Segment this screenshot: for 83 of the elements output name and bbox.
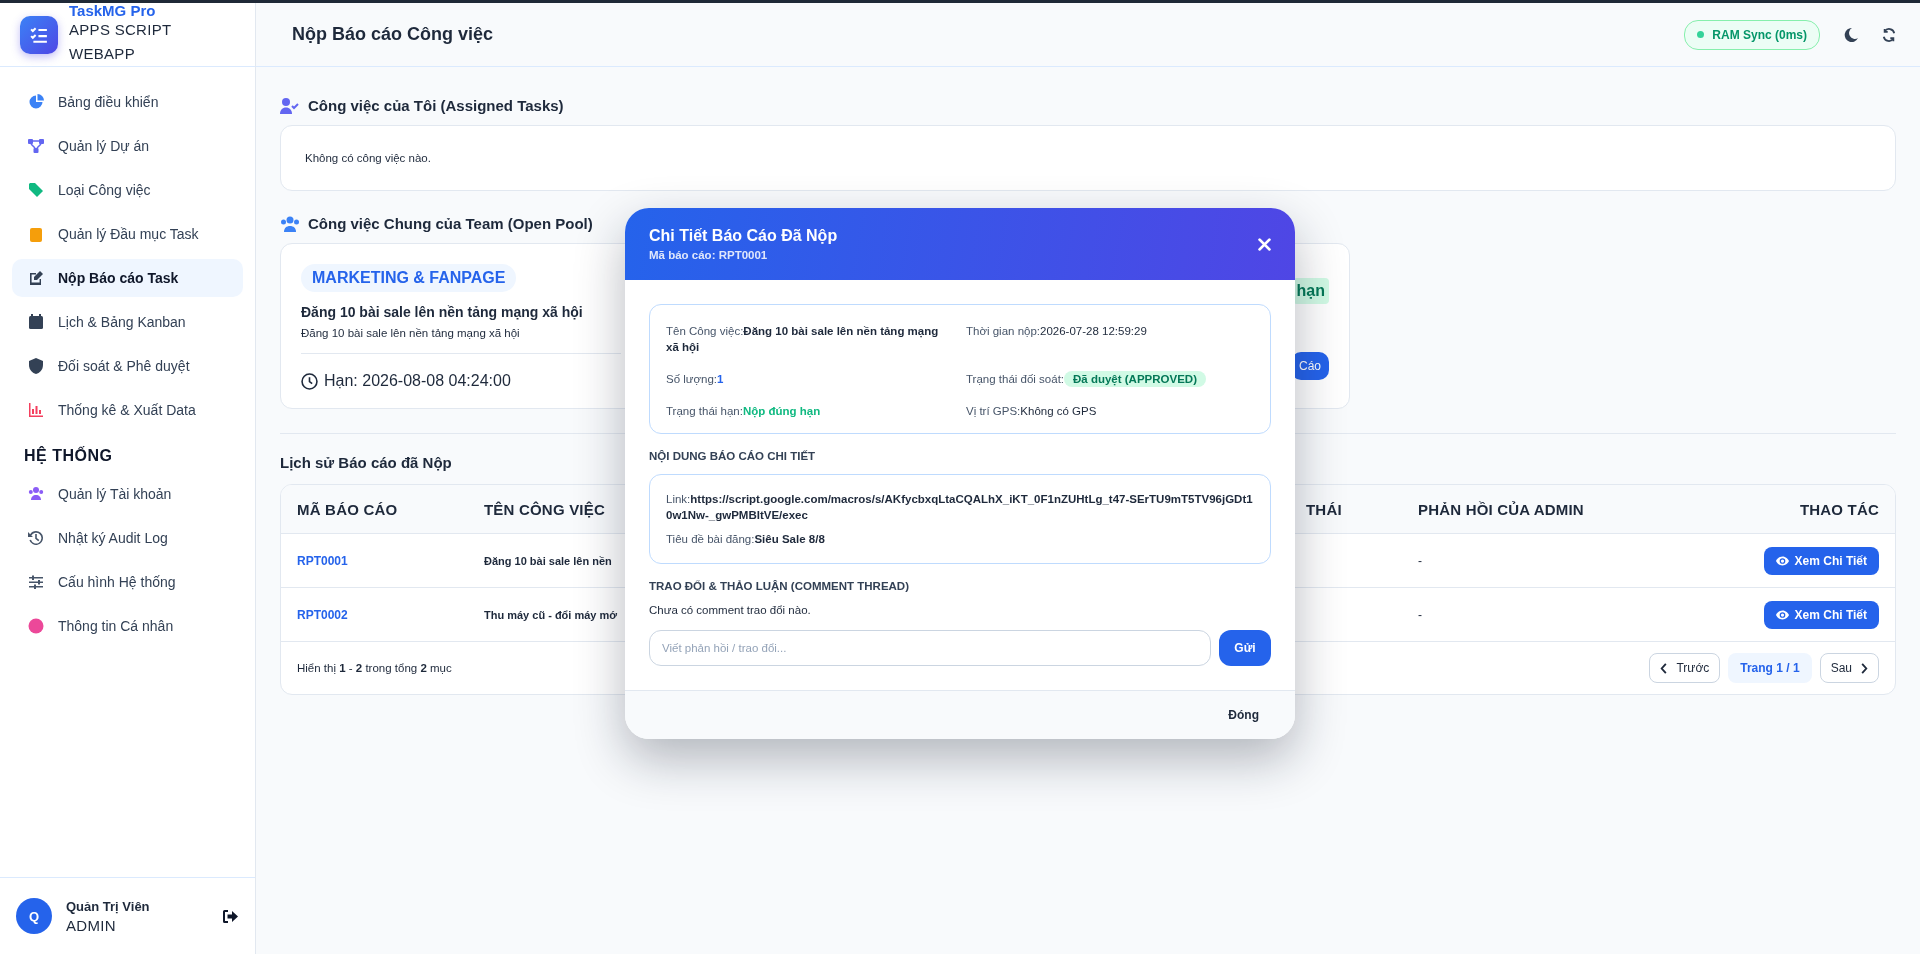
section-title: Công việc Chung của Team (Open Pool) xyxy=(308,215,593,232)
dialog-title: Chi Tiết Báo Cáo Đã Nộp xyxy=(649,227,838,245)
detail-field: Trạng thái hạn:Nộp đúng hạn xyxy=(666,403,954,419)
user-check-icon xyxy=(280,97,300,114)
comment-input-field[interactable]: Viết phản hồi / trao đổi... xyxy=(649,630,1211,666)
category-tag: MARKETING & FANPAGE xyxy=(301,264,517,292)
bar-chart-icon xyxy=(28,402,44,418)
page-title: Nộp Báo cáo Công việc xyxy=(292,24,494,45)
dark-mode-icon[interactable] xyxy=(1844,27,1858,42)
section-heading: TRAO ĐỔI & THẢO LUẬN (COMMENT THREAD) xyxy=(649,580,910,592)
column-header: THAO TÁC xyxy=(1799,500,1879,518)
sidebar-item[interactable]: Nộp Báo cáo Task xyxy=(12,259,243,297)
app-subtitle: APPS SCRIPT WEBAPP xyxy=(69,20,173,64)
pie-chart-icon xyxy=(28,94,44,110)
sidebar-item[interactable]: Quản lý Dự án xyxy=(12,127,243,165)
detail-field: Link:https://script.google.com/macros/s/AKfycbxqLtaCQALhX_iKT_0F1nZUHtLg_t47-SErTU9mT5TV96jGDt10w1Nw-_gwPMBItVE/exec xyxy=(666,491,1254,523)
report-id-link[interactable]: RPT0001 xyxy=(297,553,348,568)
sync-status-badge: RAM Sync (0ms) xyxy=(1684,19,1820,50)
sidebar-item[interactable]: Đối soát & Phê duyệt xyxy=(12,347,243,385)
table-cell: - xyxy=(1418,607,1422,622)
pagination-summary: Hiển thị 1 - 2 trong tổng 2 mục xyxy=(297,662,452,674)
next-page-button[interactable]: Sau xyxy=(1819,653,1879,683)
task-title: Đăng 10 bài sale lên nền tảng mạng xã hội xyxy=(301,304,584,320)
sidebar-item[interactable]: Loại Công việc xyxy=(12,171,243,209)
previous-page-button[interactable]: Trước xyxy=(1649,653,1721,683)
tag-icon xyxy=(28,182,44,198)
detail-field: Vị trí GPS:Không có GPS xyxy=(966,403,1254,419)
sliders-icon xyxy=(28,574,44,590)
app-name: TaskMG Pro xyxy=(69,3,157,18)
task-description: Đăng 10 bài sale lên nền tảng mạng xã hội xyxy=(301,327,621,354)
eye-icon xyxy=(1775,609,1789,620)
chevron-right-icon xyxy=(1860,662,1868,674)
view-details-button[interactable]: Xem Chi Tiết xyxy=(1763,600,1879,629)
section-title: Lịch sử Báo cáo đã Nộp xyxy=(280,454,452,471)
shield-icon xyxy=(28,358,44,374)
send-button[interactable]: Gửi xyxy=(1219,630,1271,666)
section-heading: NỘI DUNG BÁO CÁO CHI TIẾT xyxy=(649,450,817,462)
app-logo-icon xyxy=(20,15,58,54)
sidebar-item[interactable]: Bảng điều khiển xyxy=(12,83,243,121)
deadline-text: Hạn: 2026-08-08 04:24:00 xyxy=(324,372,511,390)
dialog-subtitle: Mã báo cáo: RPT0001 xyxy=(649,249,769,261)
report-id-link[interactable]: RPT0002 xyxy=(297,607,348,622)
users-icon xyxy=(280,215,300,232)
refresh-icon[interactable] xyxy=(1882,27,1896,42)
sidebar-item[interactable]: Thống kê & Xuất Data xyxy=(12,391,243,429)
chevron-left-icon xyxy=(1660,662,1669,674)
table-cell: Đăng 10 bài sale lên nền xyxy=(484,554,612,567)
detail-field: Tên Công việc:Đăng 10 bài sale lên nền tảng mạng xã hội xyxy=(666,323,954,355)
section-title: Công việc của Tôi (Assigned Tasks) xyxy=(308,97,564,114)
detail-field: Trạng thái đối soát: Đã duyệt (APPROVED) xyxy=(966,371,1254,387)
eye-icon xyxy=(1775,555,1789,566)
close-icon[interactable] xyxy=(1258,237,1271,251)
network-icon xyxy=(28,138,44,154)
sidebar-item[interactable]: Quản lý Đầu mục Task xyxy=(12,215,243,253)
column-header: PHẢN HỒI CỦA ADMIN xyxy=(1418,500,1584,518)
history-icon xyxy=(28,530,44,546)
detail-field: Thời gian nộp:2026-07-28 12:59:29 xyxy=(966,323,1254,355)
view-details-button[interactable]: Xem Chi Tiết xyxy=(1763,546,1879,575)
sidebar-item[interactable]: Thông tin Cá nhân xyxy=(12,607,243,645)
sidebar-item[interactable]: Lịch & Bảng Kanban xyxy=(12,303,243,341)
calendar-icon xyxy=(28,314,44,330)
user-name: Quản Trị Viên xyxy=(66,898,151,914)
close-button[interactable]: Đóng xyxy=(1220,702,1267,728)
users-icon xyxy=(28,486,44,502)
sidebar-item[interactable]: Cấu hình Hệ thống xyxy=(12,563,243,601)
detail-field: Số lượng:1 xyxy=(666,371,954,387)
column-header: TÊN CÔNG VIỆC xyxy=(484,500,605,518)
page-indicator: Trang 1 / 1 xyxy=(1728,653,1812,683)
column-header: THÁI xyxy=(1306,500,1342,518)
table-cell: Thu máy cũ - đổi máy mớ xyxy=(484,608,618,621)
sidebar-item[interactable]: Nhật ký Audit Log xyxy=(12,519,243,557)
user-role: ADMIN xyxy=(66,916,117,934)
sidebar-item[interactable]: Quản lý Tài khoản xyxy=(12,475,243,513)
edit-icon xyxy=(28,270,44,286)
clock-icon xyxy=(301,372,318,390)
user-avatar: Q xyxy=(16,898,52,934)
sidebar-section-heading: HỆ THỐNG xyxy=(23,445,114,466)
empty-message: Không có công việc nào. xyxy=(305,152,431,164)
empty-comments-message: Chưa có comment trao đổi nào. xyxy=(649,604,812,616)
logout-icon[interactable] xyxy=(222,908,239,924)
detail-field: Tiêu đề bài đăng:Siêu Sale 8/8 xyxy=(666,531,1254,547)
column-header: MÃ BÁO CÁO xyxy=(297,500,398,518)
table-cell: - xyxy=(1418,553,1422,568)
